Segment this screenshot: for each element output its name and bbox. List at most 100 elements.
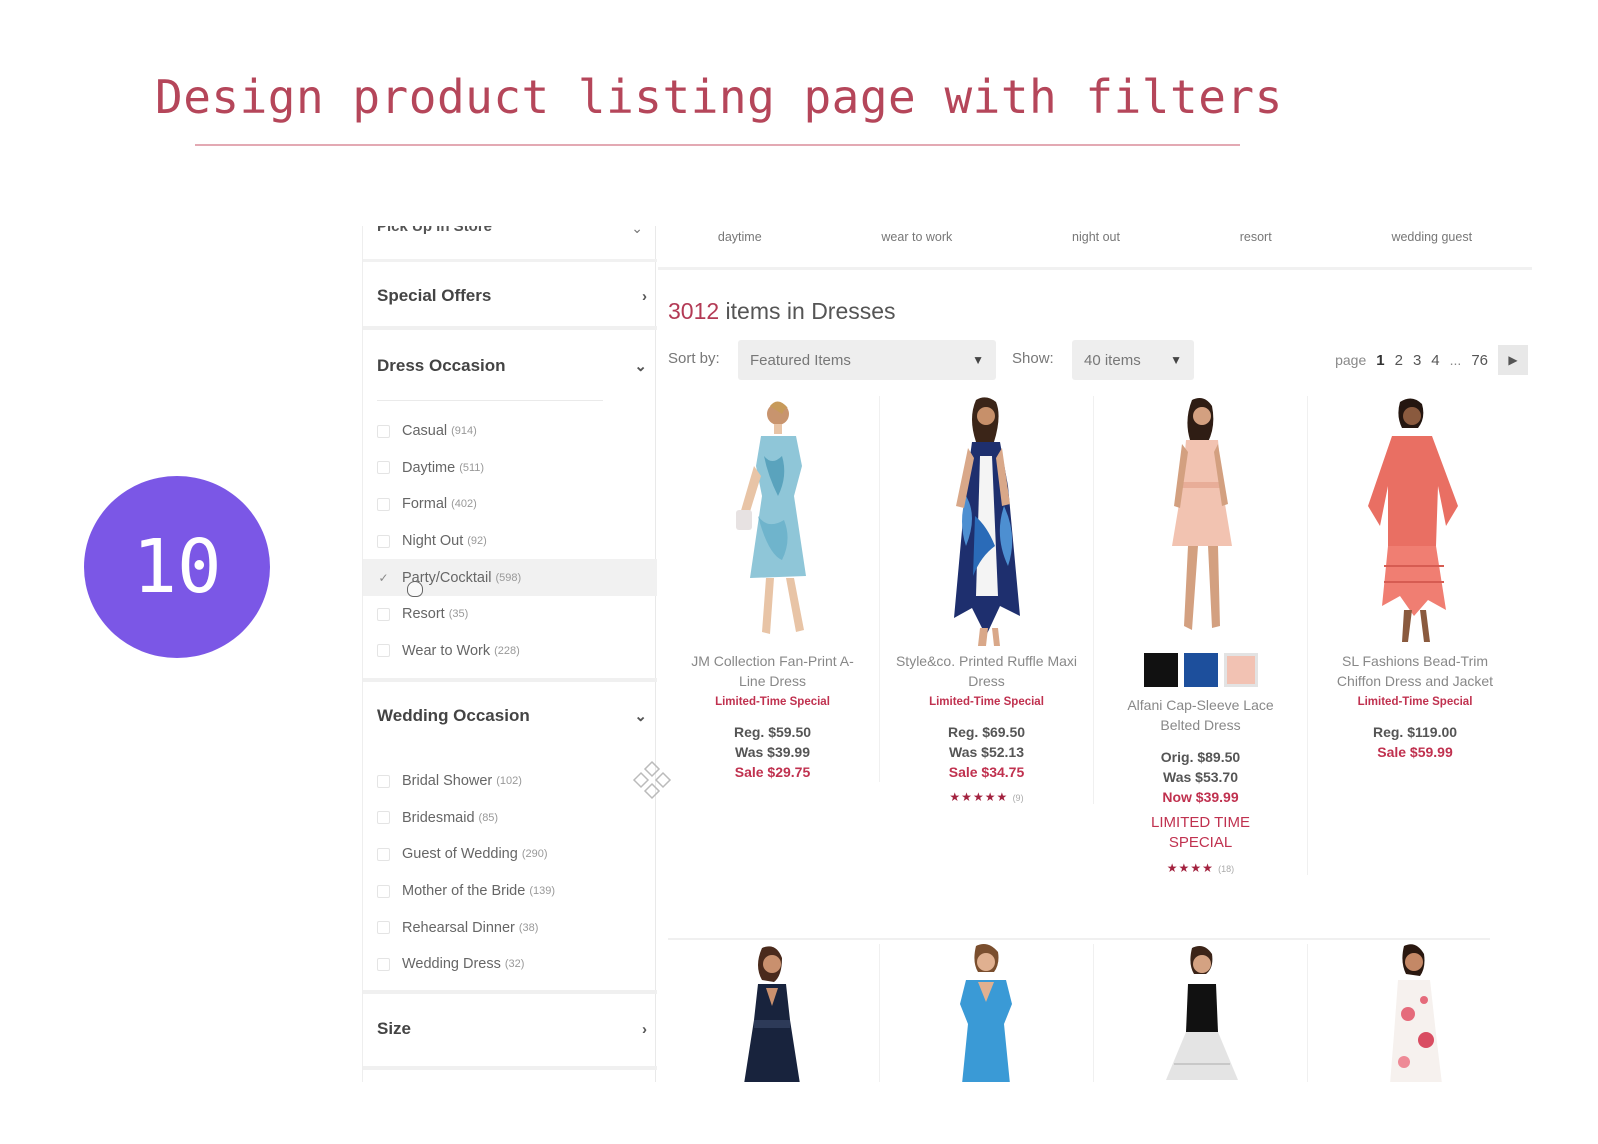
product-card[interactable]: Alfani Cap-Sleeve Lace Belted Dress Orig… [1094,396,1308,875]
tab-wear-to-work[interactable]: wear to work [881,230,952,244]
product-listing-main: daytime wear to work night out resort we… [658,226,1538,1082]
option-wear-to-work[interactable]: Wear to Work (228) [363,633,657,670]
filter-pickup-in-store[interactable]: Pick Up in Store ⌄ [363,226,657,262]
checkbox[interactable] [377,811,390,825]
checkbox[interactable] [377,497,390,511]
product-name[interactable]: JM Collection Fan-Print A-Line Dress [666,651,879,691]
slide-number-badge: 10 [84,476,270,658]
product-image[interactable] [880,396,1093,651]
product-card[interactable]: Style&co. Printed Ruffle Maxi Dress Limi… [880,396,1094,804]
checkbox[interactable] [377,644,390,658]
product-card[interactable] [1094,944,1308,1082]
chevron-down-icon: ⌄ [634,708,647,725]
option-count: (511) [459,461,485,474]
chevron-down-icon: ⌄ [631,226,643,236]
tab-wedding-guest[interactable]: wedding guest [1391,230,1472,244]
page-link[interactable]: 1 [1376,352,1384,369]
page-link[interactable]: 2 [1395,352,1403,369]
tab-daytime[interactable]: daytime [718,230,762,244]
product-card[interactable]: JM Collection Fan-Print A-Line Dress Lim… [666,396,880,782]
option-guest-of-wedding[interactable]: Guest of Wedding (290) [363,836,657,873]
option-bridal-shower[interactable]: Bridal Shower (102) [363,763,657,800]
title-underline [195,144,1240,146]
filter-heading: Pick Up in Store [377,226,493,235]
divider [363,326,657,330]
option-label: Bridal Shower [402,773,493,790]
results-count: 3012 items in Dresses [668,298,896,325]
color-swatch[interactable] [1143,653,1178,687]
checkbox[interactable] [377,774,390,788]
option-label: Daytime [402,459,456,476]
filter-size[interactable]: Size › [363,1005,657,1053]
was-price: Was $39.99 [735,744,810,760]
option-party-cocktail[interactable]: ✓ Party/Cocktail (598) [363,559,657,598]
option-count: (85) [478,811,499,824]
page-link[interactable]: 76 [1471,352,1488,369]
product-name[interactable]: Alfani Cap-Sleeve Lace Belted Dress [1094,695,1307,735]
option-casual[interactable]: Casual (914) [363,413,657,450]
tab-resort[interactable]: resort [1240,230,1272,244]
sale-price: Sale $29.75 [734,764,811,780]
checkbox[interactable] [377,424,390,438]
checkbox[interactable] [377,847,390,861]
option-night-out[interactable]: Night Out (92) [363,523,657,560]
color-swatch[interactable] [1223,653,1258,687]
regular-price: Reg. $69.50 [947,724,1026,740]
filter-wedding-occasion[interactable]: Wedding Occasion ⌄ [363,692,657,740]
tab-night-out[interactable]: night out [1072,230,1120,244]
chevron-right-icon: › [642,287,647,305]
chevron-right-icon: › [642,1020,647,1038]
dress-occasion-options: Casual (914) Daytime (511) Formal (402) … [363,413,657,669]
promo-label: Limited-Time Special [1357,696,1473,708]
checkbox[interactable] [377,534,390,548]
option-rehearsal-dinner[interactable]: Rehearsal Dinner (38) [363,909,657,946]
results-number: 3012 [668,298,720,324]
checkbox[interactable] [377,461,390,475]
price-block: Orig. $89.50 Was $53.70 Now $39.99 [1094,747,1307,807]
option-formal[interactable]: Formal (402) [363,486,657,523]
option-label: Guest of Wedding [402,846,518,863]
product-card[interactable] [1308,944,1522,1082]
next-page-button[interactable]: ▶ [1498,345,1528,375]
dress-illustration [1390,944,1442,1082]
option-label: Casual [402,423,448,440]
dress-illustration [1172,398,1232,630]
sort-select[interactable]: Featured Items ▼ [738,340,996,380]
option-count: (35) [448,608,469,621]
product-name[interactable]: SL Fashions Bead-Trim Chiffon Dress and … [1308,651,1522,691]
rating-count: (9) [1012,793,1024,803]
product-image[interactable] [1308,396,1522,651]
checkbox[interactable] [377,607,390,621]
product-image[interactable] [1094,396,1307,651]
dress-illustration [954,397,1020,646]
product-image[interactable] [666,396,879,651]
dress-illustration [960,944,1012,1082]
option-resort[interactable]: Resort (35) [363,596,657,633]
filter-dress-occasion[interactable]: Dress Occasion ⌄ [363,342,657,390]
rating-count: (18) [1218,864,1235,874]
option-mother-of-the-bride[interactable]: Mother of the Bride (139) [363,873,657,910]
stars: ★★★★ [1166,861,1214,875]
divider [363,678,657,682]
was-price: Was $53.70 [1163,769,1238,785]
product-name[interactable]: Style&co. Printed Ruffle Maxi Dress [880,651,1093,691]
page-link[interactable]: 3 [1413,352,1421,369]
page-link[interactable]: 4 [1431,352,1439,369]
check-icon[interactable]: ✓ [377,571,390,585]
regular-price: Reg. $119.00 [1372,724,1458,740]
option-wedding-dress[interactable]: Wedding Dress (32) [363,946,657,983]
filter-special-offers[interactable]: Special Offers › [363,272,657,320]
color-swatch[interactable] [1183,653,1218,687]
checkbox[interactable] [377,921,390,935]
pagination: page 1 2 3 4 ... 76 ▶ [1335,340,1528,380]
checkbox[interactable] [377,884,390,898]
option-label: Wedding Dress [402,956,501,973]
slide-title: Design product listing page with filters [155,70,1283,124]
show-select[interactable]: 40 items ▼ [1072,340,1194,380]
product-card[interactable] [880,944,1094,1082]
option-daytime[interactable]: Daytime (511) [363,450,657,487]
checkbox[interactable] [377,957,390,971]
option-bridesmaid[interactable]: Bridesmaid (85) [363,800,657,837]
product-card[interactable]: SL Fashions Bead-Trim Chiffon Dress and … [1308,396,1522,762]
product-card[interactable] [666,944,880,1082]
